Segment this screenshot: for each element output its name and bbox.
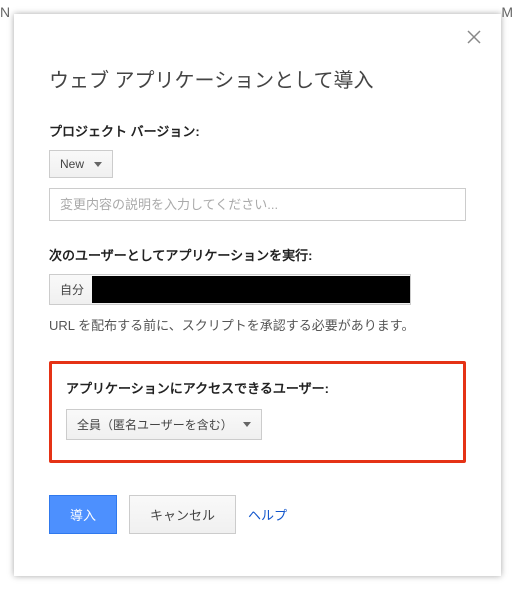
dialog-title: ウェブ アプリケーションとして導入 — [49, 64, 466, 93]
project-version-value: New — [60, 157, 84, 171]
execute-as-select[interactable]: 自分 — [49, 274, 411, 305]
project-version-select[interactable]: New — [49, 150, 113, 178]
project-version-label: プロジェクト バージョン: — [49, 121, 466, 140]
deploy-dialog: ウェブ アプリケーションとして導入 プロジェクト バージョン: New 次のユー… — [14, 14, 501, 576]
version-description-input[interactable] — [49, 188, 466, 221]
access-select[interactable]: 全員（匿名ユーザーを含む） — [66, 409, 262, 440]
chevron-down-icon — [243, 422, 251, 427]
access-section: アプリケーションにアクセスできるユーザー: 全員（匿名ユーザーを含む） — [49, 361, 466, 463]
background-text-right: M — [501, 4, 513, 20]
cancel-button[interactable]: キャンセル — [129, 495, 236, 534]
close-icon — [465, 28, 483, 46]
execute-as-value-prefix: 自分 — [50, 275, 92, 304]
deploy-button[interactable]: 導入 — [49, 495, 117, 534]
execute-as-helper: URL を配布する前に、スクリプトを承認する必要があります。 — [49, 315, 466, 337]
chevron-down-icon — [94, 162, 102, 167]
access-value: 全員（匿名ユーザーを含む） — [77, 416, 233, 433]
background-text-left: N — [0, 4, 10, 20]
button-row: 導入 キャンセル ヘルプ — [49, 495, 466, 534]
redacted-identity — [92, 276, 410, 303]
execute-as-label: 次のユーザーとしてアプリケーションを実行: — [49, 245, 466, 264]
help-link[interactable]: ヘルプ — [248, 505, 287, 524]
close-button[interactable] — [465, 28, 483, 49]
execute-as-section: 次のユーザーとしてアプリケーションを実行: 自分 URL を配布する前に、スクリ… — [49, 245, 466, 337]
access-label: アプリケーションにアクセスできるユーザー: — [66, 378, 449, 397]
project-version-section: プロジェクト バージョン: New — [49, 121, 466, 221]
